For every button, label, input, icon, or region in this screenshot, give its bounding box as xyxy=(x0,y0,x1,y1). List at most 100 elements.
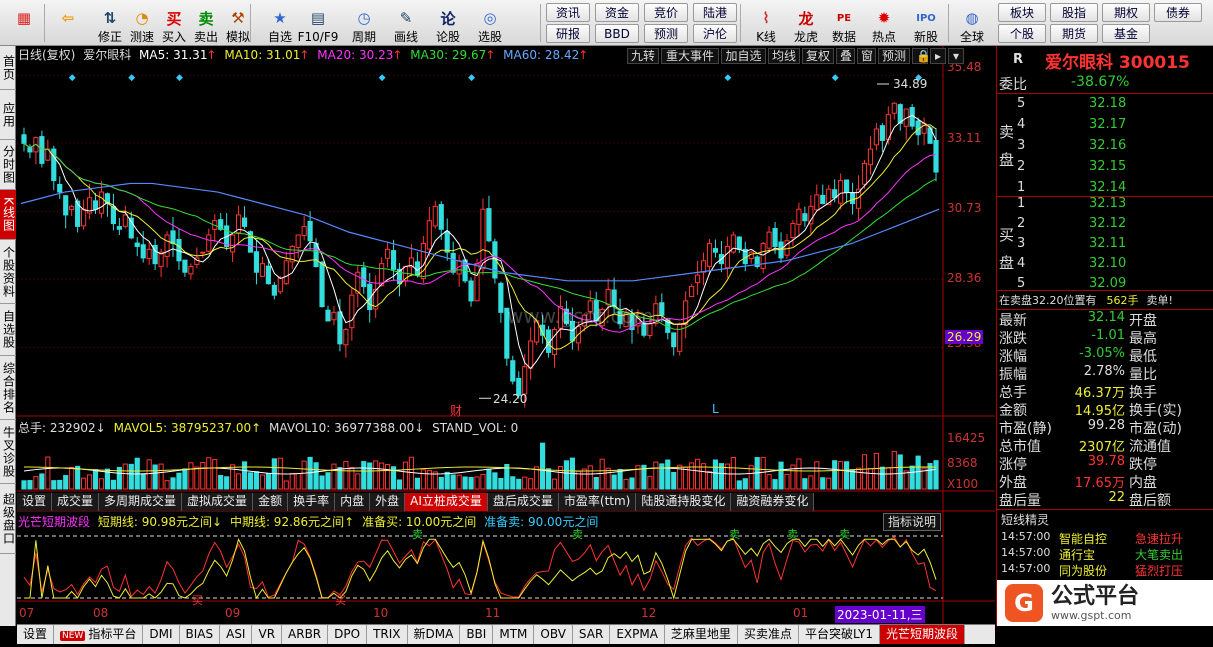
toolbar-button-0[interactable]: ▦ xyxy=(6,2,42,44)
left-tab-8[interactable]: 超级盘口 xyxy=(0,484,16,554)
toolbar-button-3[interactable]: ◔ 测速 xyxy=(124,2,160,44)
quick-button-研报[interactable]: 研报 xyxy=(546,24,590,43)
candle-body[interactable] xyxy=(385,248,391,259)
platform-tab-5[interactable]: VR xyxy=(252,625,283,644)
toolbar-right-button-4[interactable]: IPO 新股 xyxy=(908,2,944,45)
event-diamond[interactable]: ◆ xyxy=(176,73,183,83)
candle-body[interactable] xyxy=(170,230,176,245)
kline-chart[interactable]: ◆ ◆ ◆ ◆ ◆ ◆ ◆ ◆卖卖卖卖卖买买 xyxy=(17,46,995,626)
indicator-tab-1[interactable]: 成交量 xyxy=(52,493,100,511)
candle-body[interactable] xyxy=(349,294,355,329)
candle-body[interactable] xyxy=(891,102,897,114)
toolbar-button-7[interactable]: ★ 自选 xyxy=(262,2,298,44)
event-diamond[interactable]: ◆ xyxy=(724,73,731,83)
toolbar-button-9[interactable]: ◷ 周期 xyxy=(346,2,382,44)
platform-tab-4[interactable]: ASI xyxy=(220,625,253,644)
bid-price[interactable]: 32.13 xyxy=(1089,196,1126,211)
bid-price[interactable]: 32.11 xyxy=(1089,236,1126,251)
indicator-tab-3[interactable]: 虚拟成交量 xyxy=(182,493,254,511)
platform-tab-6[interactable]: ARBR xyxy=(282,625,329,644)
candle-body[interactable] xyxy=(277,277,283,293)
candle-body[interactable] xyxy=(110,205,116,225)
candle-body[interactable] xyxy=(116,226,122,230)
candle-body[interactable] xyxy=(200,251,206,254)
toolbar-right-button-1[interactable]: 龙龙虎 xyxy=(788,2,824,45)
chart-tool-0[interactable]: 九转 xyxy=(627,48,659,64)
finance-marker[interactable]: 财 xyxy=(450,402,462,419)
candle-body[interactable] xyxy=(706,243,713,267)
left-tab-4[interactable]: 个股资料 xyxy=(0,240,16,304)
dropdown-icon[interactable]: ▾ xyxy=(948,48,964,64)
candle-body[interactable] xyxy=(331,311,337,321)
toolbar-right-button-3[interactable]: ✹ 热点 xyxy=(866,2,902,44)
candle-body[interactable] xyxy=(474,263,480,302)
candle-body[interactable] xyxy=(390,250,397,270)
candle-body[interactable] xyxy=(63,195,69,216)
toolbar-button-10[interactable]: ✎ 画线 xyxy=(388,2,424,44)
platform-tab-15[interactable]: 芝麻里地里 xyxy=(665,625,738,644)
platform-tab-2[interactable]: DMI xyxy=(143,625,180,644)
candle-body[interactable] xyxy=(468,280,474,302)
platform-tab-18[interactable]: 光芒短期波段 xyxy=(880,625,966,644)
candle-body[interactable] xyxy=(146,248,152,260)
indicator-tab-5[interactable]: 换手率 xyxy=(288,493,336,511)
chart-tool-6[interactable]: 窗 xyxy=(857,48,876,64)
platform-tab-3[interactable]: BIAS xyxy=(180,625,221,644)
toolbar-button-8[interactable]: ▤ F10/F9 xyxy=(298,2,339,44)
candle-body[interactable] xyxy=(426,220,432,250)
candle-body[interactable] xyxy=(420,243,426,280)
candle-body[interactable] xyxy=(897,104,903,124)
platform-tab-11[interactable]: MTM xyxy=(493,625,535,644)
indicator-tab-12[interactable]: 融资融券变化 xyxy=(731,493,815,511)
candle-body[interactable] xyxy=(700,260,707,273)
chart-tool-3[interactable]: 均线 xyxy=(768,48,800,64)
bid-price[interactable]: 32.10 xyxy=(1089,256,1126,271)
candle-body[interactable] xyxy=(867,148,874,166)
bid-price[interactable]: 32.09 xyxy=(1089,276,1126,291)
platform-tab-16[interactable]: 买卖准点 xyxy=(738,625,799,644)
chart-tool-2[interactable]: 加自选 xyxy=(721,48,766,64)
candle-body[interactable] xyxy=(122,214,128,227)
candle-body[interactable] xyxy=(772,228,778,247)
indicator-tab-6[interactable]: 内盘 xyxy=(335,493,371,511)
market-button-板块[interactable]: 板块 xyxy=(998,3,1046,22)
candle-body[interactable] xyxy=(438,204,444,230)
indicator-tab-8[interactable]: AI立桩成交量 xyxy=(405,493,488,511)
candle-body[interactable] xyxy=(140,244,146,259)
platform-tab-0[interactable]: 设置 xyxy=(17,625,55,644)
event-diamond[interactable]: ◆ xyxy=(468,73,475,83)
platform-tab-7[interactable]: DPO xyxy=(328,625,368,644)
toolbar-button-11[interactable]: 论论股 xyxy=(430,2,466,45)
platform-tab-8[interactable]: TRIX xyxy=(367,625,408,644)
chart-tool-5[interactable]: 叠 xyxy=(836,48,855,64)
platform-tab-1[interactable]: NEW 指标平台 xyxy=(54,625,144,644)
ask-price[interactable]: 32.15 xyxy=(1089,159,1126,174)
candle-body[interactable] xyxy=(432,205,438,227)
candle-body[interactable] xyxy=(659,302,665,316)
candle-body[interactable] xyxy=(164,234,170,257)
candle-body[interactable] xyxy=(444,231,450,253)
toolbar-button-4[interactable]: 买买入 xyxy=(156,2,192,45)
candle-body[interactable] xyxy=(522,366,528,395)
candle-body[interactable] xyxy=(873,128,879,146)
indicator-tab-4[interactable]: 金额 xyxy=(253,493,289,511)
candle-body[interactable] xyxy=(760,243,766,269)
quick-button-预测[interactable]: 预测 xyxy=(644,24,688,43)
platform-tab-13[interactable]: SAR xyxy=(573,625,611,644)
candle-body[interactable] xyxy=(92,200,99,210)
candle-body[interactable] xyxy=(844,179,850,193)
candle-body[interactable] xyxy=(69,205,75,211)
toolbar-right-button-0[interactable]: ⌇ K线 xyxy=(748,2,784,44)
candle-body[interactable] xyxy=(253,251,260,273)
candle-body[interactable] xyxy=(343,329,349,346)
candle-body[interactable] xyxy=(265,265,271,285)
candle-body[interactable] xyxy=(361,267,367,288)
candle-body[interactable] xyxy=(271,284,277,296)
platform-tab-9[interactable]: 新DMA xyxy=(408,625,461,644)
left-tab-5[interactable]: 自选股 xyxy=(0,304,16,356)
candle-body[interactable] xyxy=(486,208,492,242)
candle-body[interactable] xyxy=(295,234,301,248)
candle-body[interactable] xyxy=(736,236,742,250)
candle-body[interactable] xyxy=(838,180,844,204)
candle-body[interactable] xyxy=(325,309,331,322)
